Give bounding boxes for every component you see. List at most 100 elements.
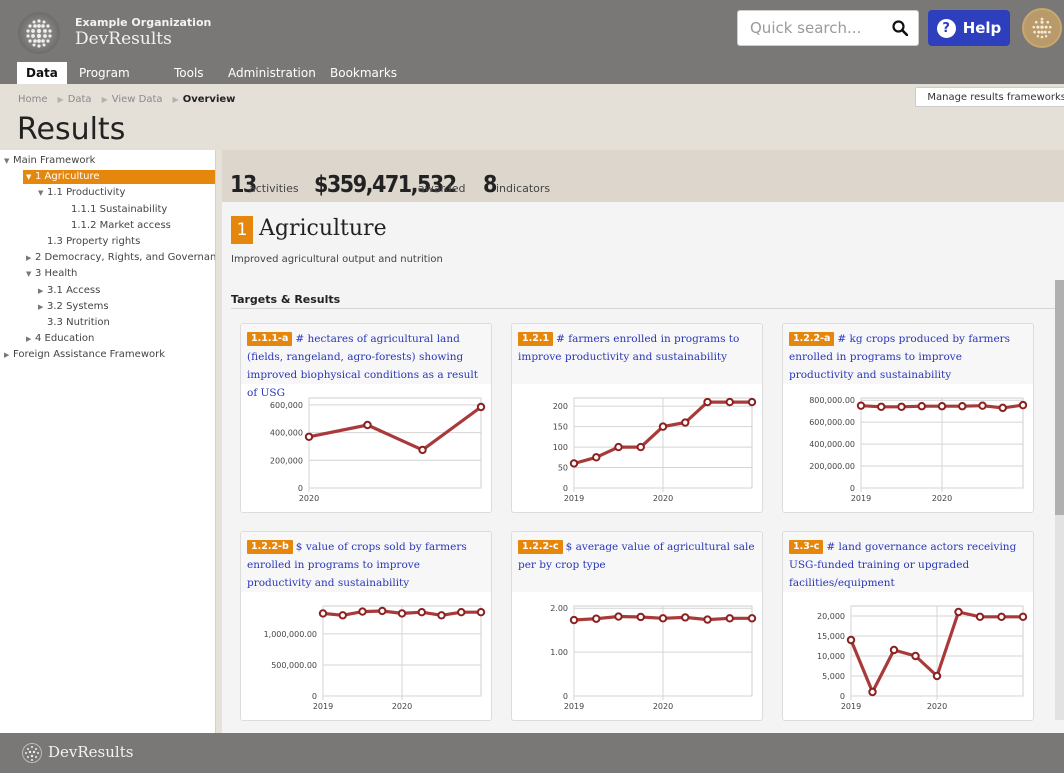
sidebar-item[interactable]: 1.1.1 Sustainability	[62, 203, 167, 217]
caret-down-icon[interactable]: ▼	[26, 170, 32, 184]
data-point	[889, 645, 899, 655]
sidebar-item[interactable]: ▶ 2 Democracy, Rights, and Governance	[26, 251, 228, 265]
data-point	[636, 612, 645, 622]
caret-down-icon[interactable]: ▼	[26, 267, 32, 281]
sidebar-item[interactable]: 3.3 Nutrition	[38, 316, 110, 330]
avatar[interactable]	[1022, 8, 1062, 48]
sidebar-item-label: 1.1 Productivity	[47, 187, 126, 199]
indicator-code-badge: 1.2.1	[518, 332, 554, 346]
search-input[interactable]	[738, 11, 888, 45]
indicator-code-badge: 1.2.2-c	[518, 540, 563, 554]
section-number-badge: 1	[231, 216, 253, 244]
tab-administration[interactable]: Administration	[228, 62, 316, 84]
indicator-title-link[interactable]: # land governance actors receiving USG-f…	[789, 541, 1016, 589]
indicator-card: 1.2.2-c $ average value of agricultural s…	[511, 531, 763, 721]
tab-bookmarks[interactable]: Bookmarks	[330, 62, 397, 84]
x-tick-label: 2020	[932, 494, 952, 503]
globe-dots-icon[interactable]	[18, 12, 60, 54]
y-tick-label: 200,000	[270, 456, 303, 465]
data-point	[358, 607, 367, 616]
indicator-line-chart: 0 500,000.00 1,000,000.00 2019 2020	[264, 605, 486, 711]
sidebar-item[interactable]: ▼ Main Framework	[4, 154, 95, 168]
y-tick-label: 0	[850, 484, 855, 493]
data-point	[476, 402, 486, 412]
breadcrumb-current: Overview	[182, 94, 236, 105]
tab-data[interactable]: Data	[17, 62, 67, 84]
caret-down-icon[interactable]: ▼	[38, 186, 44, 200]
sidebar-item[interactable]: ▶ 3.2 Systems	[38, 300, 109, 314]
sidebar-item[interactable]: ▶ 3.1 Access	[38, 284, 100, 298]
caret-down-icon[interactable]: ▼	[4, 154, 10, 168]
data-point	[658, 422, 668, 431]
data-point	[1018, 400, 1028, 410]
app-name: DevResults	[75, 29, 172, 49]
breadcrumb-home[interactable]: Home	[18, 94, 48, 105]
activities-label: activities	[249, 182, 299, 195]
caret-right-icon[interactable]: ▶	[4, 348, 10, 362]
breadcrumb: Home ▶ Data ▶ View Data ▶ Overview	[18, 94, 239, 105]
manage-results-frameworks-button[interactable]: Manage results frameworks	[915, 87, 1064, 107]
sidebar-item[interactable]: ▶ Foreign Assistance Framework	[4, 348, 165, 362]
y-tick-label: 5,000	[822, 672, 845, 681]
y-tick-label: 1,000,000.00	[264, 630, 317, 639]
page-header-bar: Home ▶ Data ▶ View Data ▶ Overview	[0, 84, 1064, 150]
sidebar-item[interactable]: ▼ 3 Health	[26, 267, 77, 281]
sidebar-item[interactable]: ▼ 1.1 Productivity	[38, 186, 125, 200]
data-point	[997, 612, 1006, 621]
sidebar-item[interactable]: 1.3 Property rights	[38, 235, 140, 249]
caret-right-icon[interactable]: ▶	[38, 300, 44, 314]
y-tick-label: 500,000.00	[271, 661, 317, 670]
tab-program-info[interactable]: Program Info	[79, 62, 130, 102]
data-point	[418, 445, 427, 455]
sidebar-item[interactable]: ▼ 1 Agriculture	[23, 170, 217, 185]
data-point	[932, 671, 942, 681]
y-tick-label: 600,000.00	[809, 418, 855, 427]
data-point	[747, 614, 757, 623]
data-point	[978, 401, 987, 410]
stats-bar: 13 activities $359,471,532 awarded 8 ind…	[222, 150, 1064, 202]
caret-right-icon[interactable]: ▶	[38, 284, 44, 298]
y-tick-label: 600,000	[270, 401, 303, 410]
breadcrumb-data[interactable]: Data	[68, 94, 92, 105]
x-tick-label: 2020	[299, 494, 319, 503]
sidebar-item-label: Main Framework	[13, 155, 96, 166]
sidebar-resize-handle[interactable]	[215, 150, 222, 733]
y-tick-label: 200,000.00	[809, 462, 855, 471]
data-point	[476, 608, 486, 617]
search-icon[interactable]	[892, 20, 908, 36]
indicator-card: 1.2.2-b $ value of crops sold by farmers …	[240, 531, 492, 721]
indicator-code-badge: 1.2.2-a	[789, 332, 835, 346]
sidebar-item[interactable]: 1.1.2 Market access	[62, 219, 171, 233]
logo-dots-graphic	[26, 19, 52, 48]
breadcrumb-view-data[interactable]: View Data	[112, 94, 163, 105]
data-point	[417, 608, 426, 617]
data-point	[998, 403, 1007, 413]
x-tick-label: 2020	[392, 702, 412, 711]
footer: DevResults	[0, 733, 1064, 773]
indicator-line-chart: 0 50 100 150 200 2019 2020	[553, 397, 757, 503]
tab-tools[interactable]: Tools	[174, 62, 204, 84]
y-tick-label: 0	[840, 692, 845, 701]
data-point	[868, 687, 877, 697]
question-circle-icon: ?	[936, 18, 956, 38]
section-title: Agriculture	[259, 216, 387, 241]
data-point	[614, 612, 623, 621]
y-tick-label: 0	[563, 484, 568, 493]
indicators-label: indicators	[496, 182, 551, 195]
sidebar-item-label: 2 Democracy, Rights, and Governance	[35, 252, 228, 264]
plot-area	[308, 397, 482, 489]
sidebar-item[interactable]: ▶ 4 Education	[26, 332, 94, 346]
caret-right-icon[interactable]: ▶	[26, 332, 32, 346]
scrollbar-thumb[interactable]	[1055, 280, 1064, 515]
help-button[interactable]: ? Help	[928, 10, 1010, 46]
sidebar-item-label: Foreign Assistance Framework	[13, 349, 166, 361]
data-point	[338, 611, 347, 620]
caret-right-icon[interactable]: ▶	[26, 251, 32, 265]
heading-divider	[231, 308, 1056, 309]
x-tick-label: 2019	[313, 702, 333, 711]
data-point	[569, 459, 579, 468]
data-point	[681, 613, 690, 622]
indicator-card-header: 1.2.2-b $ value of crops sold by farmers …	[241, 532, 491, 592]
footer-brand: DevResults	[48, 743, 134, 761]
data-point	[725, 614, 734, 623]
